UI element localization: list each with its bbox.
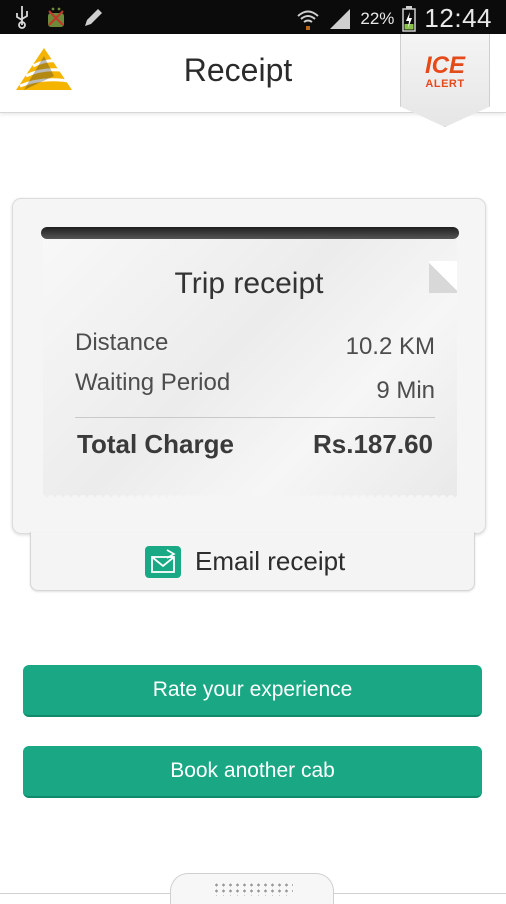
ice-alert-line2: ALERT	[425, 78, 465, 90]
total-value: Rs.187.60	[313, 429, 433, 459]
receipt-total-row: Total Charge Rs.187.60	[77, 429, 433, 460]
receipt-divider	[75, 417, 435, 418]
receipt-row-waiting: Waiting Period 9 Min	[75, 369, 435, 404]
clock: 12:44	[424, 3, 492, 33]
edit-icon	[85, 9, 102, 26]
book-another-cab-button[interactable]: Book another cab	[23, 746, 482, 798]
total-label: Total Charge	[77, 429, 234, 459]
ice-alert-button[interactable]: ICE ALERT	[400, 34, 490, 127]
app-header: Receipt ICE ALERT	[0, 34, 506, 127]
email-icon	[145, 546, 181, 578]
battery-percent: 22%	[360, 8, 395, 28]
status-bar: 22% 12:44	[0, 0, 506, 34]
receipt-slot	[41, 227, 459, 239]
bottom-drawer-handle[interactable]	[170, 873, 334, 904]
waiting-label: Waiting Period	[75, 369, 231, 396]
wifi-icon	[297, 10, 320, 30]
rate-experience-button[interactable]: Rate your experience	[23, 665, 482, 717]
ice-alert-line1: ICE	[424, 52, 465, 79]
distance-label: Distance	[75, 329, 169, 356]
receipt-card: Trip receipt Distance 10.2 KM Waiting Pe…	[12, 198, 486, 534]
distance-value: 10.2 KM	[345, 333, 435, 360]
usb-icon	[16, 6, 28, 29]
grip-dots-icon	[213, 882, 293, 896]
receipt-row-distance: Distance 10.2 KM	[75, 329, 435, 360]
email-receipt-label: Email receipt	[195, 546, 346, 576]
email-receipt-button[interactable]: Email receipt	[30, 532, 475, 591]
signal-icon	[330, 8, 351, 29]
android-debug-icon	[48, 7, 64, 27]
battery-charging-icon	[402, 5, 417, 32]
status-right-icons: 22% 12:44	[296, 3, 492, 34]
receipt-title: Trip receipt	[174, 267, 324, 300]
status-left-icons	[14, 5, 106, 29]
waiting-value: 9 Min	[376, 377, 435, 404]
